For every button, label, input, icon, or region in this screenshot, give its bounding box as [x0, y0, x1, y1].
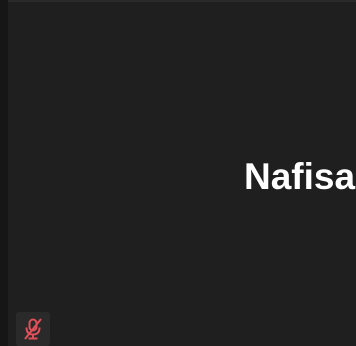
mic-status-badge: [16, 312, 50, 346]
participant-video-tile: Nafisa: [0, 0, 356, 346]
participant-name: Nafisa: [244, 156, 356, 197]
mic-muted-icon: [22, 317, 44, 341]
tile-top-edge: [0, 0, 356, 2]
tile-left-edge: [0, 0, 8, 346]
